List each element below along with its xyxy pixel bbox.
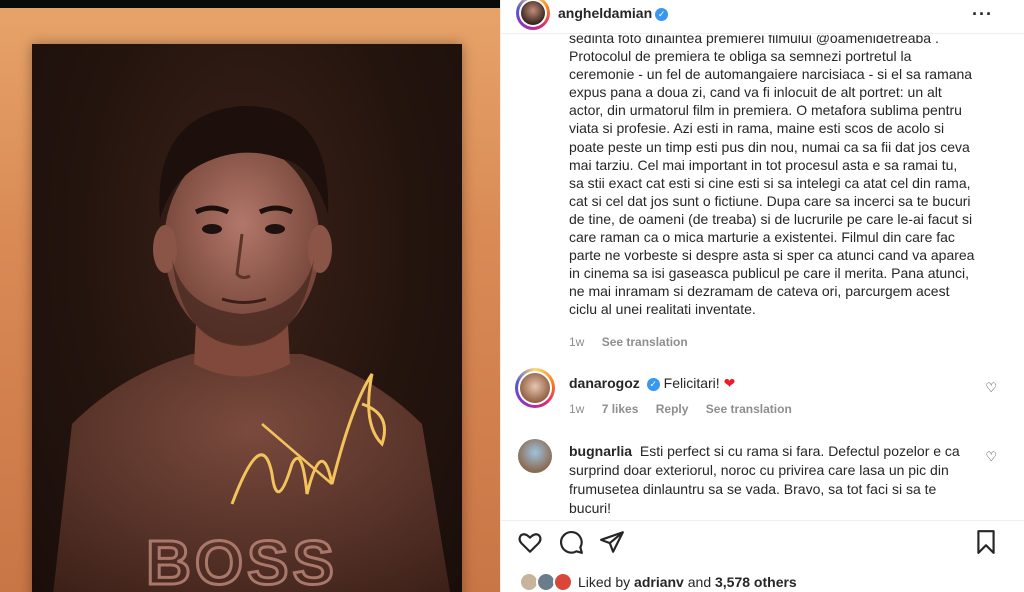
verified-badge-icon: ✓ (655, 8, 669, 21)
more-options-icon[interactable]: ··· (972, 4, 993, 25)
see-translation-link[interactable]: See translation (602, 335, 688, 349)
heart-icon[interactable] (517, 529, 543, 555)
like-comment-heart-icon[interactable]: ♡ (985, 380, 997, 396)
shirt-brand-text: BOSS (146, 529, 338, 592)
post-header: angheldamian ✓ ··· (501, 0, 1024, 34)
liked-by-avatars[interactable] (519, 572, 575, 592)
verified-badge-icon: ✓ (646, 378, 660, 391)
caption-line: care raman ca o mica marturie a existent… (569, 229, 955, 246)
comment-time[interactable]: 1w (569, 402, 584, 416)
caption-line: sa stii exact cat esti si cine esti si s… (569, 174, 971, 191)
caption-line: parte ne vorbeste si despre asta si sper… (569, 247, 975, 264)
caption-area: sedinta foto dinaintea premierei filmulu… (501, 35, 1024, 355)
like-comment-heart-icon[interactable]: ♡ (985, 449, 997, 465)
author-avatar[interactable] (519, 0, 547, 27)
comment-text: frumusetea dinlauntru sa se vada. Bravo,… (569, 481, 937, 497)
caption-meta: 1w See translation (569, 335, 688, 349)
red-heart-emoji: ❤ (723, 375, 736, 391)
commenter-avatar[interactable] (518, 439, 552, 473)
caption-line: Protocolul de premiera te obliga sa semn… (569, 48, 912, 65)
caption-line: expus pana a doua zi, cand va fi inlocui… (569, 84, 942, 101)
comment-text: surprind doar exteriorul, noroc cu privi… (569, 462, 949, 478)
caption-line: actor, din urmatorul film in premiera. O… (569, 102, 962, 119)
caption-line: sedinta foto dinaintea premierei filmulu… (569, 35, 939, 46)
see-translation-link[interactable]: See translation (706, 402, 792, 416)
comment-text: bucuri! (569, 500, 612, 516)
commenter-username[interactable]: bugnarlia (569, 443, 632, 459)
commenter-avatar[interactable] (518, 371, 552, 405)
caption-line: in cinema sa isi gaseasca publicul pe ca… (569, 265, 969, 282)
liked-by-user[interactable]: adrianv (634, 574, 684, 590)
post-time[interactable]: 1w (569, 335, 584, 349)
photo-top-edge (0, 0, 500, 8)
comment-body: bugnarlia Esti perfect si cu rama si far… (569, 442, 969, 518)
liked-by-prefix: Liked by (578, 574, 631, 590)
caption-line: poate peste un timp esti pus din nou, nu… (569, 138, 970, 155)
post-photo[interactable]: BOSS (0, 0, 500, 592)
comment-icon[interactable] (558, 529, 584, 555)
post-side-panel: angheldamian ✓ ··· sedinta foto dinaintea… (500, 0, 1024, 592)
comment-likes[interactable]: 7 likes (602, 402, 639, 416)
caption-line: cat si cel dat jos sunt o fictiune. Dupa… (569, 192, 971, 209)
comment-text: Esti perfect si cu rama si fara. Defectu… (639, 443, 960, 459)
portrait-illustration: BOSS (53, 105, 450, 592)
caption-line: ceremonie - un fel de automangaiere narc… (569, 66, 973, 83)
comment-text: Felicitari! (663, 375, 720, 391)
author-username[interactable]: angheldamian ✓ (558, 5, 669, 21)
post-caption: sedinta foto dinaintea premierei filmulu… (569, 35, 989, 319)
liked-by-and: and (687, 574, 712, 590)
caption-line: ne mai inramam si dezramam de cateva ori… (569, 283, 950, 300)
reply-button[interactable]: Reply (656, 402, 689, 416)
comment-body: danarogoz ✓ Felicitari! ❤ (569, 374, 969, 393)
caption-line: viata si profesie. Azi esti in rama, mai… (569, 120, 945, 137)
caption-line: mai tarziu. Cel mai important in tot pro… (569, 156, 958, 173)
caption-line: ciclu al unei realitati inventate. (569, 301, 756, 318)
commenter-username[interactable]: danarogoz (569, 375, 640, 391)
share-icon[interactable] (599, 529, 625, 555)
post-action-bar: Liked by adrianv and 3,578 others (501, 520, 1024, 592)
liker-avatar (553, 572, 573, 592)
framed-portrait: BOSS (32, 44, 462, 592)
bookmark-icon[interactable] (973, 529, 999, 555)
liked-by-count[interactable]: 3,578 others (715, 574, 797, 590)
liked-by-summary: Liked by adrianv and 3,578 others (578, 574, 797, 590)
caption-line: de tine, de oameni (de treaba) si de luc… (569, 210, 973, 227)
comment-meta: 1w 7 likes Reply See translation (569, 402, 792, 416)
